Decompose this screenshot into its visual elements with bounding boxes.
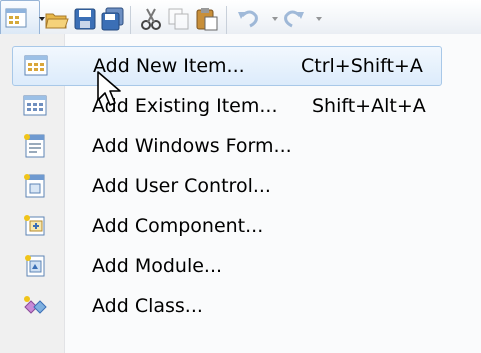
menu-item-add-existing-item[interactable]: Add Existing Item... Shift+Alt+A [0,86,481,126]
cut-icon[interactable] [138,6,164,32]
chevron-down-icon[interactable] [262,6,278,32]
user-control-icon [22,173,48,199]
toolbar-separator [226,6,227,34]
save-icon[interactable] [72,6,98,32]
redo-icon[interactable] [280,6,306,32]
undo-icon[interactable] [236,6,262,32]
menu-item-shortcut: Ctrl+Shift+A [301,55,423,77]
menu-item-add-class[interactable]: Add Class... [0,286,481,326]
chevron-down-icon[interactable] [306,6,322,32]
windows-form-icon [22,133,48,159]
menu-item-label: Add Class... [92,295,203,317]
menu-item-label: Add Windows Form... [92,135,292,157]
menu-item-label: Add User Control... [92,175,271,197]
toolbar-separator [130,6,131,34]
class-icon [22,293,48,319]
menu-item-add-module[interactable]: Add Module... [0,246,481,286]
mouse-cursor-icon [96,70,126,110]
new-item-icon [23,53,49,79]
add-item-dropdown-menu: Add New Item... Ctrl+Shift+A Add Existin… [0,34,481,353]
menu-item-add-component[interactable]: Add Component... [0,206,481,246]
menu-item-shortcut: Shift+Alt+A [312,95,426,117]
save-all-icon[interactable] [100,6,126,32]
menu-item-add-windows-form[interactable]: Add Windows Form... [0,126,481,166]
existing-item-icon [22,93,48,119]
menu-item-label: Add Component... [92,215,264,237]
component-icon [22,213,48,239]
chevron-down-icon[interactable] [29,6,45,32]
menu-item-add-user-control[interactable]: Add User Control... [0,166,481,206]
copy-icon[interactable] [166,6,192,32]
open-file-icon[interactable] [44,6,70,32]
paste-icon[interactable] [194,6,220,32]
add-item-icon[interactable] [4,6,30,32]
menu-item-label: Add Module... [92,255,223,277]
menu-item-add-new-item[interactable]: Add New Item... Ctrl+Shift+A [12,46,442,86]
module-icon [22,253,48,279]
